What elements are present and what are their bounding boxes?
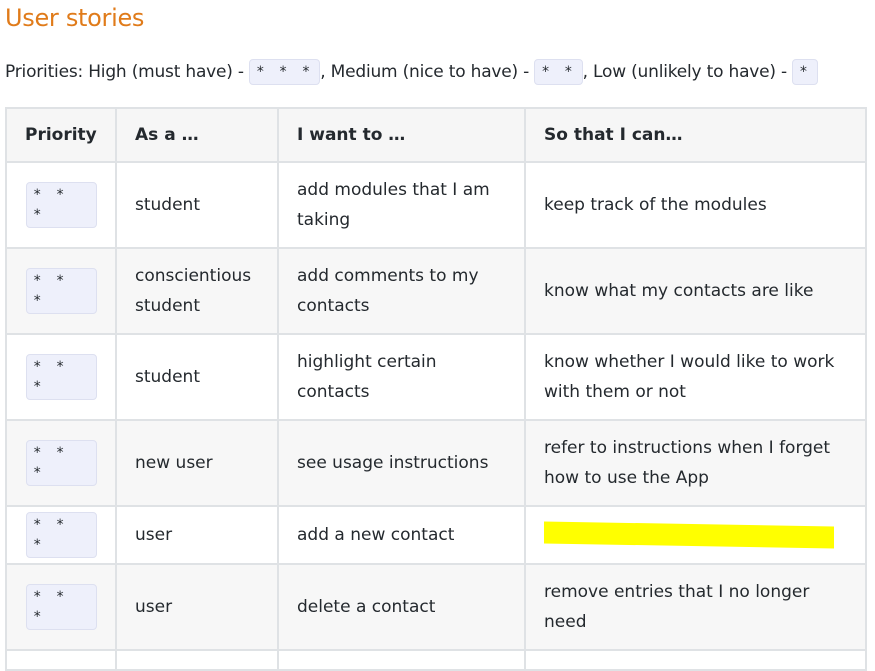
- want-cell: delete a contact: [277, 563, 526, 651]
- header-as-a: As a …: [115, 107, 279, 163]
- empty-cell: [277, 649, 526, 671]
- as-a-cell: user: [115, 505, 279, 565]
- table-row: * * * student add modules that I am taki…: [5, 161, 867, 249]
- page-title: User stories: [5, 4, 145, 32]
- table-row: * * * user add a new contact: [5, 505, 867, 565]
- table-header-row: Priority As a … I want to … So that I ca…: [5, 107, 867, 163]
- priority-cell: * * *: [5, 419, 117, 507]
- table-row: * * * new user see usage instructions re…: [5, 419, 867, 507]
- priority-code: * * *: [26, 440, 97, 486]
- want-cell: add a new contact: [277, 505, 526, 565]
- table-row: * * * student highlight certain contacts…: [5, 333, 867, 421]
- empty-cell: [115, 649, 279, 671]
- empty-cell: [5, 649, 117, 671]
- as-a-cell: student: [115, 161, 279, 249]
- priority-high-code: * * *: [249, 59, 321, 85]
- as-a-cell: conscientious student: [115, 247, 279, 335]
- so-that-cell: [524, 505, 867, 565]
- so-that-cell: know whether I would like to work with t…: [524, 333, 867, 421]
- redaction-highlight: [544, 521, 834, 549]
- want-cell: add comments to my contacts: [277, 247, 526, 335]
- legend-prefix: Priorities: High (must have) -: [5, 62, 250, 82]
- priority-cell: * * *: [5, 563, 117, 651]
- want-cell: highlight certain contacts: [277, 333, 526, 421]
- legend-sep-low: , Low (unlikely to have) -: [582, 62, 793, 82]
- priority-cell: * * *: [5, 247, 117, 335]
- table-row: [5, 649, 867, 671]
- header-so-that: So that I can…: [524, 107, 867, 163]
- empty-cell: [524, 649, 867, 671]
- priority-cell: * * *: [5, 505, 117, 565]
- priority-cell: * * *: [5, 333, 117, 421]
- priority-code: * * *: [26, 268, 97, 314]
- as-a-cell: new user: [115, 419, 279, 507]
- priority-code: * * *: [26, 354, 97, 400]
- priority-code: * * *: [26, 182, 97, 228]
- so-that-cell: keep track of the modules: [524, 161, 867, 249]
- as-a-cell: student: [115, 333, 279, 421]
- so-that-cell: remove entries that I no longer need: [524, 563, 867, 651]
- header-priority: Priority: [5, 107, 117, 163]
- header-i-want-to: I want to …: [277, 107, 526, 163]
- priority-code: * * *: [26, 584, 97, 630]
- priority-legend: Priorities: High (must have) - * * *, Me…: [5, 58, 818, 86]
- priority-code: * * *: [26, 512, 97, 558]
- legend-sep-medium: , Medium (nice to have) -: [320, 62, 535, 82]
- want-cell: add modules that I am taking: [277, 161, 526, 249]
- table-row: * * * user delete a contact remove entri…: [5, 563, 867, 651]
- as-a-cell: user: [115, 563, 279, 651]
- want-cell: see usage instructions: [277, 419, 526, 507]
- priority-cell: * * *: [5, 161, 117, 249]
- user-stories-table: Priority As a … I want to … So that I ca…: [5, 107, 867, 671]
- so-that-cell: know what my contacts are like: [524, 247, 867, 335]
- priority-medium-code: * *: [534, 59, 583, 85]
- table-row: * * * conscientious student add comments…: [5, 247, 867, 335]
- so-that-cell: refer to instructions when I forget how …: [524, 419, 867, 507]
- priority-low-code: *: [792, 59, 818, 85]
